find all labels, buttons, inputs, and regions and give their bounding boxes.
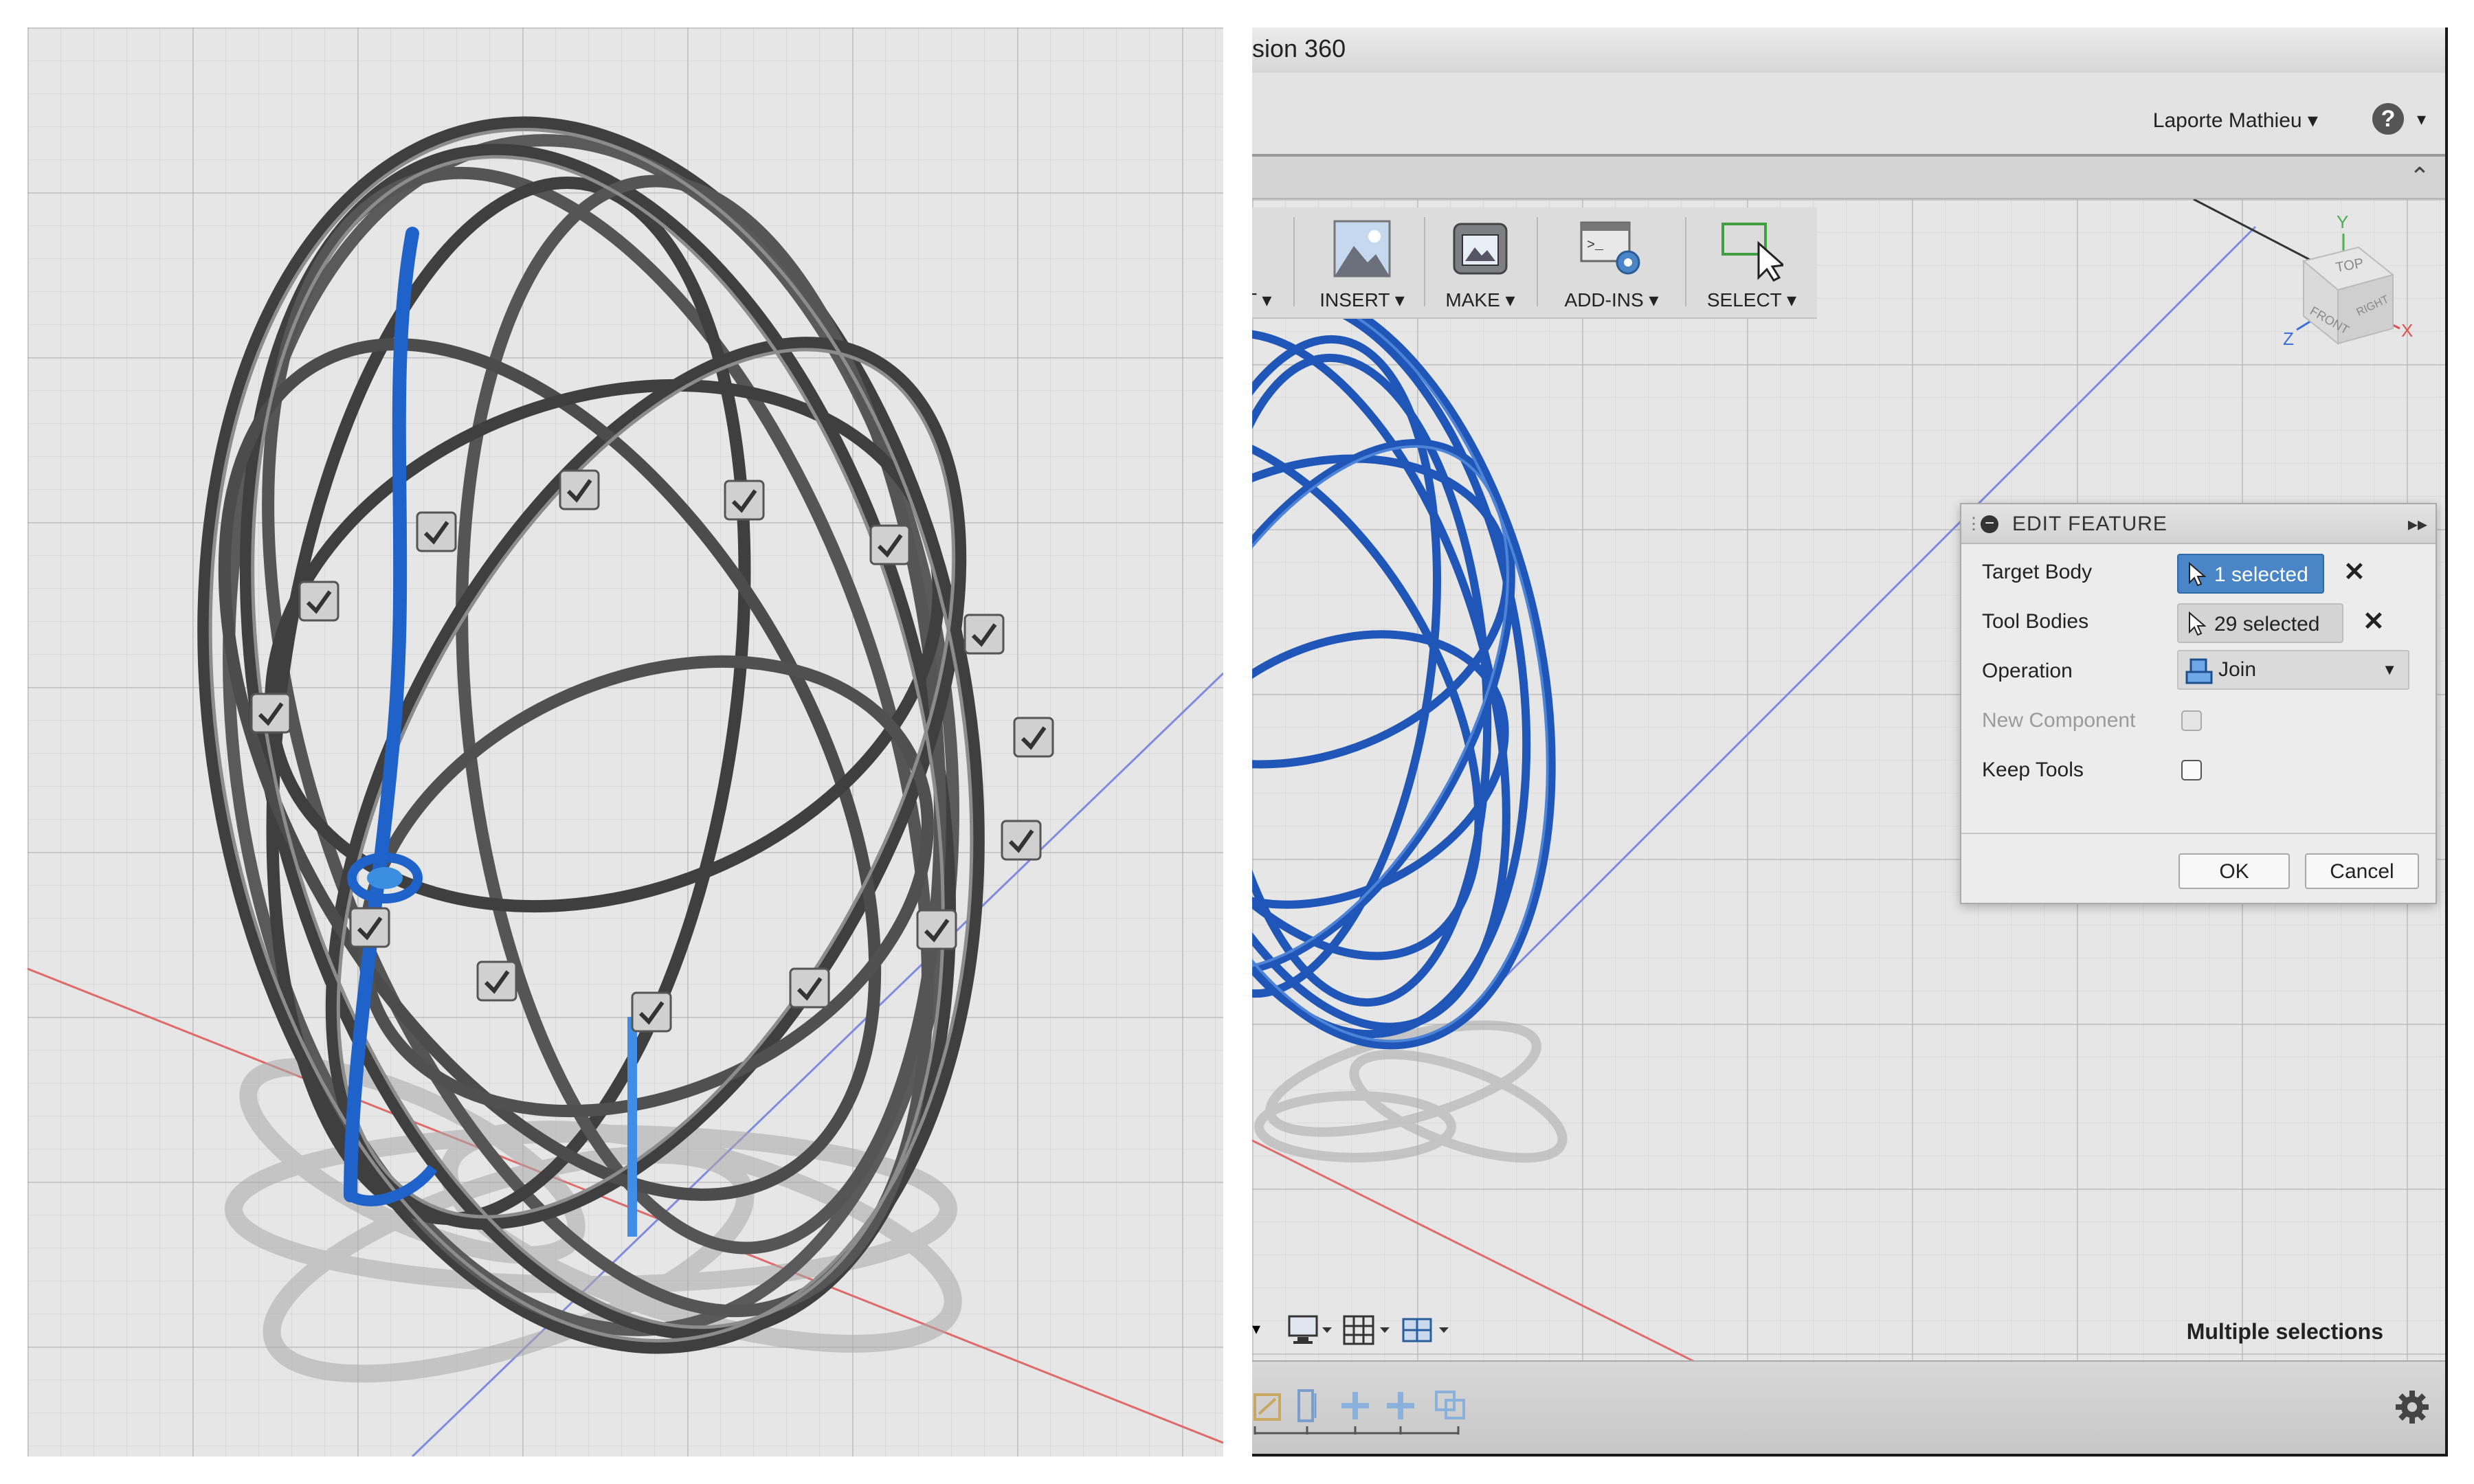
viewcube[interactable]: TOP FRONT RIGHT Y X Z — [2255, 213, 2420, 378]
nav-caret-icon[interactable]: ▾ — [1252, 1319, 1260, 1339]
make-printer-icon — [1453, 223, 1508, 275]
toolbar-separator — [1685, 217, 1686, 306]
help-icon[interactable]: ? — [2372, 103, 2404, 135]
toolbar-separator — [1424, 217, 1425, 306]
target-body-selector[interactable]: 1 selected — [2177, 554, 2324, 594]
target-body-value: 1 selected — [2214, 563, 2308, 586]
grid-settings-icon[interactable] — [1341, 1314, 1394, 1348]
display-settings-icon[interactable] — [1286, 1314, 1335, 1348]
left-scene — [27, 116, 1223, 1457]
toolbar-strip: ⌃ — [1252, 157, 2445, 199]
make-tool[interactable]: MAKE ▾ — [1432, 207, 1528, 317]
clear-tool-bodies-icon[interactable]: ✕ — [2363, 606, 2385, 637]
cursor-arrow-icon — [2189, 562, 2206, 587]
title-bar: sion 360 — [1252, 27, 2445, 74]
addins-tool[interactable]: >_ ADD-INS ▾ — [1546, 207, 1677, 317]
cursor-arrow-icon — [2189, 611, 2206, 636]
dialog-divider — [1961, 833, 2436, 834]
tool-bodies-selector[interactable]: 29 selected — [2177, 603, 2343, 643]
timeline-bar — [1252, 1360, 2445, 1454]
edit-feature-dialog: ⋮ − EDIT FEATURE ▸▸ Target Body 1 select… — [1960, 503, 2437, 904]
fusion-window: sion 360 Laporte Mathieu ▾ ? ▾ ⌃ TOP FRO… — [1252, 27, 2448, 1457]
partial-tool-label: T ▾ — [1252, 289, 1272, 311]
tool-bodies-label: Tool Bodies — [1982, 610, 2089, 633]
cancel-button[interactable]: Cancel — [2305, 853, 2419, 889]
insert-tool-label: INSERT ▾ — [1319, 289, 1405, 311]
dropdown-caret-icon: ▼ — [2382, 661, 2397, 678]
dialog-header[interactable]: ⋮ − EDIT FEATURE ▸▸ — [1961, 504, 2436, 544]
ok-button[interactable]: OK — [2178, 853, 2290, 889]
addins-tool-label: ADD-INS ▾ — [1564, 289, 1659, 311]
toolbar-separator — [1293, 217, 1295, 306]
keep-tools-label: Keep Tools — [1982, 758, 2084, 781]
toolbar-separator — [1537, 217, 1538, 306]
account-bar: Laporte Mathieu ▾ ? ▾ — [1252, 73, 2445, 157]
tool-bodies-value: 29 selected — [2214, 613, 2320, 636]
select-tool-label: SELECT ▾ — [1706, 289, 1797, 311]
viewcube-axis-y: Y — [2337, 213, 2348, 232]
viewports-icon[interactable] — [1401, 1314, 1453, 1348]
dialog-title: EDIT FEATURE — [2012, 513, 2167, 535]
window-title: sion 360 — [1252, 34, 1346, 63]
collapse-chevron-icon[interactable]: ⌃ — [2409, 162, 2430, 191]
addins-script-icon: >_ — [1580, 221, 1640, 275]
ribbon-toolbar: T ▾ INSERT ▾ MAKE ▾ >_ — [1252, 207, 1817, 319]
timeline-features[interactable] — [1252, 1386, 1486, 1441]
make-tool-label: MAKE ▾ — [1445, 289, 1515, 311]
new-component-checkbox — [2181, 710, 2202, 731]
join-icon — [2185, 658, 2213, 684]
gear-icon[interactable] — [2393, 1388, 2431, 1426]
shadow-rings — [1254, 1020, 1568, 1163]
keep-tools-checkbox[interactable] — [2181, 760, 2202, 780]
drag-grip-icon[interactable]: ⋮ — [1965, 514, 1982, 534]
status-text: Multiple selections — [2186, 1319, 2383, 1344]
new-component-label: New Component — [1982, 709, 2136, 732]
user-menu[interactable]: Laporte Mathieu ▾ — [2153, 109, 2318, 133]
expand-dialog-icon[interactable]: ▸▸ — [2408, 513, 2427, 535]
collapse-dialog-icon[interactable]: − — [1981, 515, 1998, 533]
target-body-label: Target Body — [1982, 561, 2093, 583]
left-viewport[interactable] — [27, 27, 1223, 1457]
partial-tool[interactable]: T ▾ — [1252, 207, 1280, 317]
clear-target-body-icon[interactable]: ✕ — [2343, 556, 2365, 587]
help-caret-icon[interactable]: ▾ — [2417, 109, 2426, 130]
blue-cage-body — [1252, 283, 1556, 1050]
select-tool[interactable]: SELECT ▾ — [1693, 207, 1810, 317]
operation-value: Join — [2218, 658, 2257, 681]
select-box-icon — [1721, 223, 1783, 282]
insert-image-icon — [1333, 220, 1391, 278]
viewcube-axis-x: X — [2401, 320, 2413, 341]
navigation-bar: ▾ — [1252, 1304, 1465, 1356]
insert-tool[interactable]: INSERT ▾ — [1307, 207, 1417, 317]
operation-select[interactable]: Join ▼ — [2177, 650, 2409, 690]
viewcube-axis-z: Z — [2283, 328, 2294, 349]
svg-text:>_: >_ — [1587, 238, 1604, 254]
operation-label: Operation — [1982, 660, 2073, 682]
red-axis-line — [27, 967, 1223, 1444]
